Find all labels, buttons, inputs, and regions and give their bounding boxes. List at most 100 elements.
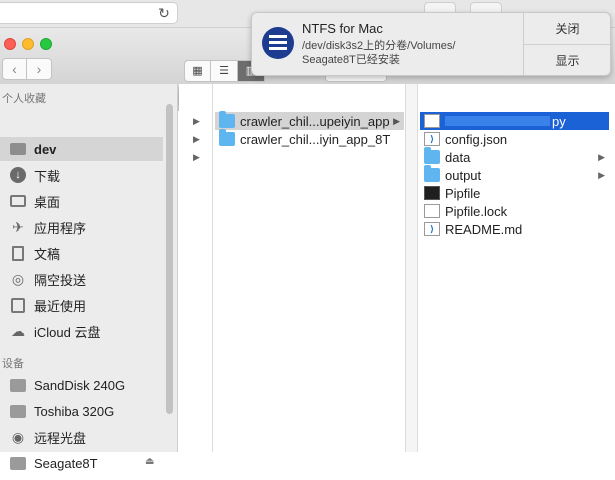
column-files: py ⟩ config.json data ▶ output ▶ Pipfile… <box>418 84 615 452</box>
item-label: crawler_chil...upeiyin_app <box>240 113 390 129</box>
notification-message-line: Seagate8T已经安装 <box>302 54 400 66</box>
sidebar-item-remote-disc[interactable]: ◉ 远程光盘 <box>0 425 163 449</box>
vscode-file-icon: ⟩ <box>424 222 440 236</box>
grid-icon: ▦ <box>192 65 203 77</box>
minimize-window-button[interactable] <box>22 38 34 50</box>
list-icon: ☰ <box>219 65 229 77</box>
redacted-filename <box>445 116 550 126</box>
drive-icon <box>8 402 28 420</box>
item-label: crawler_chil...iyin_app_8T <box>240 131 391 147</box>
sidebar-item-label: 桌面 <box>34 194 61 210</box>
sidebar-item-label: 最近使用 <box>34 298 87 314</box>
document-icon <box>424 204 440 218</box>
back-button[interactable]: ‹ <box>2 58 27 80</box>
chevron-right-icon[interactable]: ▶ <box>193 116 200 127</box>
item-label: py <box>552 113 566 129</box>
sidebar-item-icloud[interactable]: ☁ iCloud 云盘 <box>0 319 163 343</box>
sidebar: 个人收藏 dev ↓ 下载 桌面 ✈ 应用程序 文稿 ◎ 隔空投送 最近使用 ☁… <box>0 84 178 471</box>
folder-icon <box>219 129 235 146</box>
folder-icon <box>219 111 235 128</box>
icon-view-button[interactable]: ▦ <box>184 60 211 82</box>
notification-banner[interactable]: NTFS for Mac /dev/disk3s2上的分卷/Volumes/ S… <box>251 12 611 76</box>
sidebar-scrollbar[interactable] <box>166 104 173 414</box>
folder-icon <box>424 147 440 164</box>
python-file-icon <box>424 114 440 128</box>
sidebar-item-label: Toshiba 320G <box>34 403 115 419</box>
notification-message-line: /dev/disk3s2上的分卷/Volumes/ <box>302 40 456 52</box>
sidebar-item-label: 隔空投送 <box>34 272 87 288</box>
forward-button[interactable]: › <box>27 58 52 80</box>
list-item[interactable]: crawler_chil...iyin_app_8T <box>215 129 404 148</box>
eject-icon[interactable]: ⏏ <box>145 456 154 467</box>
reload-icon[interactable]: ↻ <box>156 5 172 21</box>
folder-icon <box>424 165 440 182</box>
item-label: config.json <box>445 131 508 147</box>
sidebar-item-seagate[interactable]: Seagate8T <box>0 451 163 475</box>
notification-show-button[interactable]: 显示 <box>524 45 610 75</box>
recents-icon <box>8 296 28 314</box>
cloud-icon: ☁ <box>11 322 25 339</box>
ntfs-app-icon <box>262 27 294 59</box>
item-label: Pipfile.lock <box>445 203 508 219</box>
notification-message: /dev/disk3s2上的分卷/Volumes/ Seagate8T已经安装 <box>302 39 520 67</box>
sidebar-item-label: 应用程序 <box>34 220 87 236</box>
disc-icon: ◉ <box>11 428 25 445</box>
chevron-right-icon[interactable]: ▶ <box>193 152 200 163</box>
sidebar-item-airdrop[interactable]: ◎ 隔空投送 <box>0 267 163 291</box>
sidebar-item-documents[interactable]: 文稿 <box>0 241 163 265</box>
desktop-icon <box>8 192 28 210</box>
chevron-left-icon: ‹ <box>12 61 17 77</box>
notification-title: NTFS for Mac <box>302 21 383 36</box>
applications-icon: ✈ <box>12 218 24 235</box>
sidebar-item-label: Seagate8T <box>34 455 98 471</box>
sidebar-item-sanddisk[interactable]: SandDisk 240G <box>0 373 163 397</box>
list-item[interactable]: ⟩ config.json <box>420 130 609 148</box>
sidebar-item-label: 下载 <box>34 168 61 184</box>
sidebar-item-dev[interactable]: dev <box>0 137 163 161</box>
list-item[interactable]: py <box>420 112 609 130</box>
notification-close-button[interactable]: 关闭 <box>524 13 610 45</box>
list-view-button[interactable]: ☰ <box>211 60 238 82</box>
drive-icon <box>8 376 28 394</box>
list-item[interactable]: data ▶ <box>420 147 609 166</box>
sidebar-item-recents[interactable]: 最近使用 <box>0 293 163 317</box>
navigation-buttons: ‹ › <box>2 58 52 80</box>
sidebar-item-label: dev <box>34 141 57 157</box>
list-item[interactable]: Pipfile.lock <box>420 202 609 220</box>
airdrop-icon: ◎ <box>11 270 25 287</box>
folder-icon <box>8 140 28 158</box>
terminal-file-icon <box>424 186 440 200</box>
zoom-window-button[interactable] <box>40 38 52 50</box>
documents-icon <box>8 244 28 262</box>
chevron-right-icon[interactable]: ▶ <box>193 134 200 145</box>
sidebar-item-label: iCloud 云盘 <box>34 324 101 340</box>
sidebar-item-downloads[interactable]: ↓ 下载 <box>0 163 163 187</box>
list-item[interactable]: Pipfile <box>420 184 609 202</box>
item-label: Pipfile <box>445 185 481 201</box>
item-label: README.md <box>445 221 523 237</box>
devices-header: 设备 <box>2 358 24 370</box>
column-folders: crawler_chil...upeiyin_app ▶ crawler_chi… <box>213 84 406 452</box>
list-item[interactable]: crawler_chil...upeiyin_app ▶ <box>215 111 404 130</box>
item-label: data <box>445 149 471 165</box>
drive-icon <box>8 454 28 472</box>
chevron-right-icon: › <box>36 61 42 77</box>
item-label: output <box>445 167 482 183</box>
sidebar-item-toshiba[interactable]: Toshiba 320G <box>0 399 163 423</box>
column-divider[interactable] <box>406 84 418 452</box>
download-icon: ↓ <box>8 166 28 184</box>
chevron-right-icon: ▶ <box>393 115 400 126</box>
sidebar-item-label: 文稿 <box>34 246 61 262</box>
sidebar-item-desktop[interactable]: 桌面 <box>0 189 163 213</box>
sidebar-item-label: SandDisk 240G <box>34 377 126 393</box>
sidebar-item-label: 远程光盘 <box>34 430 87 446</box>
list-item[interactable]: output ▶ <box>420 165 609 184</box>
close-window-button[interactable] <box>4 38 16 50</box>
list-item[interactable]: ⟩ README.md <box>420 220 609 238</box>
favorites-header: 个人收藏 <box>2 93 46 105</box>
column-parent: ▶ ▶ ▶ <box>179 84 213 452</box>
notification-actions: 关闭 显示 <box>523 13 610 75</box>
sidebar-item-applications[interactable]: ✈ 应用程序 <box>0 215 163 239</box>
address-bar[interactable]: ↻ <box>0 2 178 24</box>
vscode-file-icon: ⟩ <box>424 132 440 146</box>
